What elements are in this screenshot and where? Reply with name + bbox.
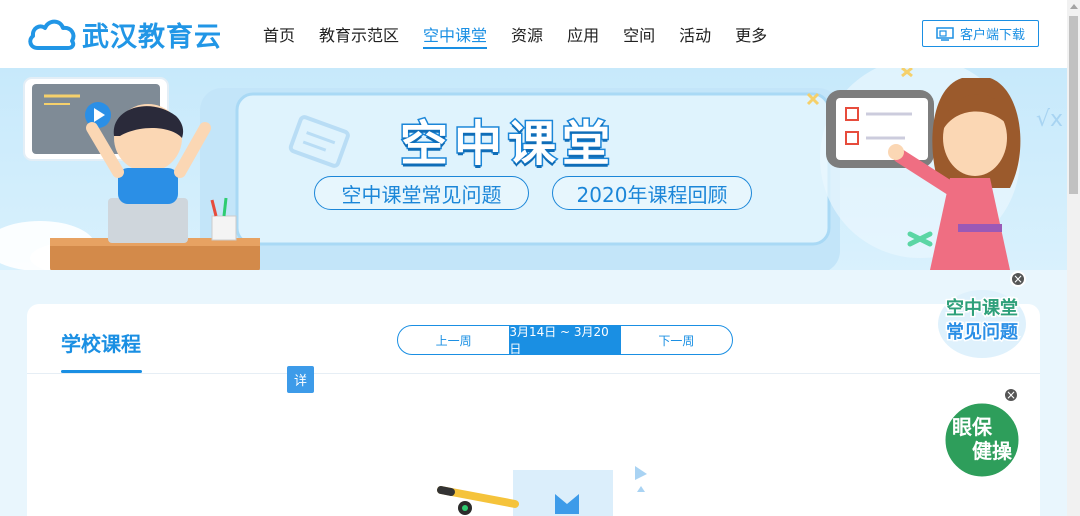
- empty-state-illustration: [437, 466, 647, 516]
- school-courses-card: 学校课程 上一周 3月14日 ~ 3月20日 下一周 详: [27, 304, 1040, 516]
- card-divider: [27, 373, 1040, 374]
- eye-exercise-float-widget[interactable]: 眼保 健操: [940, 398, 1024, 480]
- site-logo[interactable]: 武汉教育云: [26, 14, 222, 54]
- eye-float-close-button[interactable]: ×: [1003, 387, 1019, 403]
- nav-resources[interactable]: 资源: [511, 22, 543, 52]
- next-week-button[interactable]: 下一周: [621, 326, 732, 354]
- nav-air-classroom[interactable]: 空中课堂: [423, 22, 488, 52]
- course-review-pill-link[interactable]: 2020年课程回顾: [552, 176, 752, 210]
- banner-title: 空中课堂: [398, 115, 617, 174]
- week-switcher: 上一周 3月14日 ~ 3月20日 下一周: [397, 325, 733, 355]
- prev-week-button[interactable]: 上一周: [398, 326, 509, 354]
- download-label: 客户端下载: [959, 28, 1025, 43]
- cloud-logo-icon: [28, 19, 76, 50]
- scroll-up-arrow-icon[interactable]: [1070, 4, 1078, 9]
- main-nav: 首页 教育示范区 空中课堂 资源 应用 空间 活动 更多: [263, 22, 791, 52]
- monitor-icon: [936, 26, 954, 41]
- nav-more[interactable]: 更多: [735, 22, 767, 52]
- faq-float-widget[interactable]: 空中课堂 常见问题: [934, 282, 1030, 362]
- nav-space[interactable]: 空间: [623, 22, 655, 52]
- eye-badge-line1: 眼保: [952, 415, 993, 439]
- logo-text: 武汉教育云: [82, 21, 222, 53]
- current-week-range[interactable]: 3月14日 ~ 3月20日: [509, 326, 621, 354]
- client-download-button[interactable]: 客户端下载: [922, 20, 1039, 47]
- page-scrollbar[interactable]: [1067, 0, 1080, 516]
- faq-badge-line2: 常见问题: [946, 321, 1019, 343]
- nav-activities[interactable]: 活动: [679, 22, 711, 52]
- hero-banner: √x 空中课堂 空中课堂常见问题 2020年课程回顾: [0, 68, 1067, 270]
- eye-badge-line2: 健操: [972, 439, 1013, 463]
- card-title: 学校课程: [61, 332, 141, 356]
- faq-badge-line1: 空中课堂: [946, 297, 1018, 319]
- scrollbar-thumb[interactable]: [1069, 16, 1078, 194]
- svg-text:√x: √x: [1036, 107, 1063, 132]
- nav-home[interactable]: 首页: [263, 22, 295, 52]
- faq-float-close-button[interactable]: ×: [1010, 271, 1026, 287]
- faq-pill-link[interactable]: 空中课堂常见问题: [314, 176, 529, 210]
- nav-apps[interactable]: 应用: [567, 22, 599, 52]
- nav-demo-zone[interactable]: 教育示范区: [319, 22, 399, 52]
- faq-badge-art: 空中课堂 常见问题: [938, 290, 1026, 358]
- detail-tag-button[interactable]: 详: [287, 366, 314, 393]
- eye-exercise-badge-art: 眼保 健操: [942, 400, 1022, 480]
- top-header: 武汉教育云 首页 教育示范区 空中课堂 资源 应用 空间 活动 更多 客户端下载: [0, 0, 1067, 68]
